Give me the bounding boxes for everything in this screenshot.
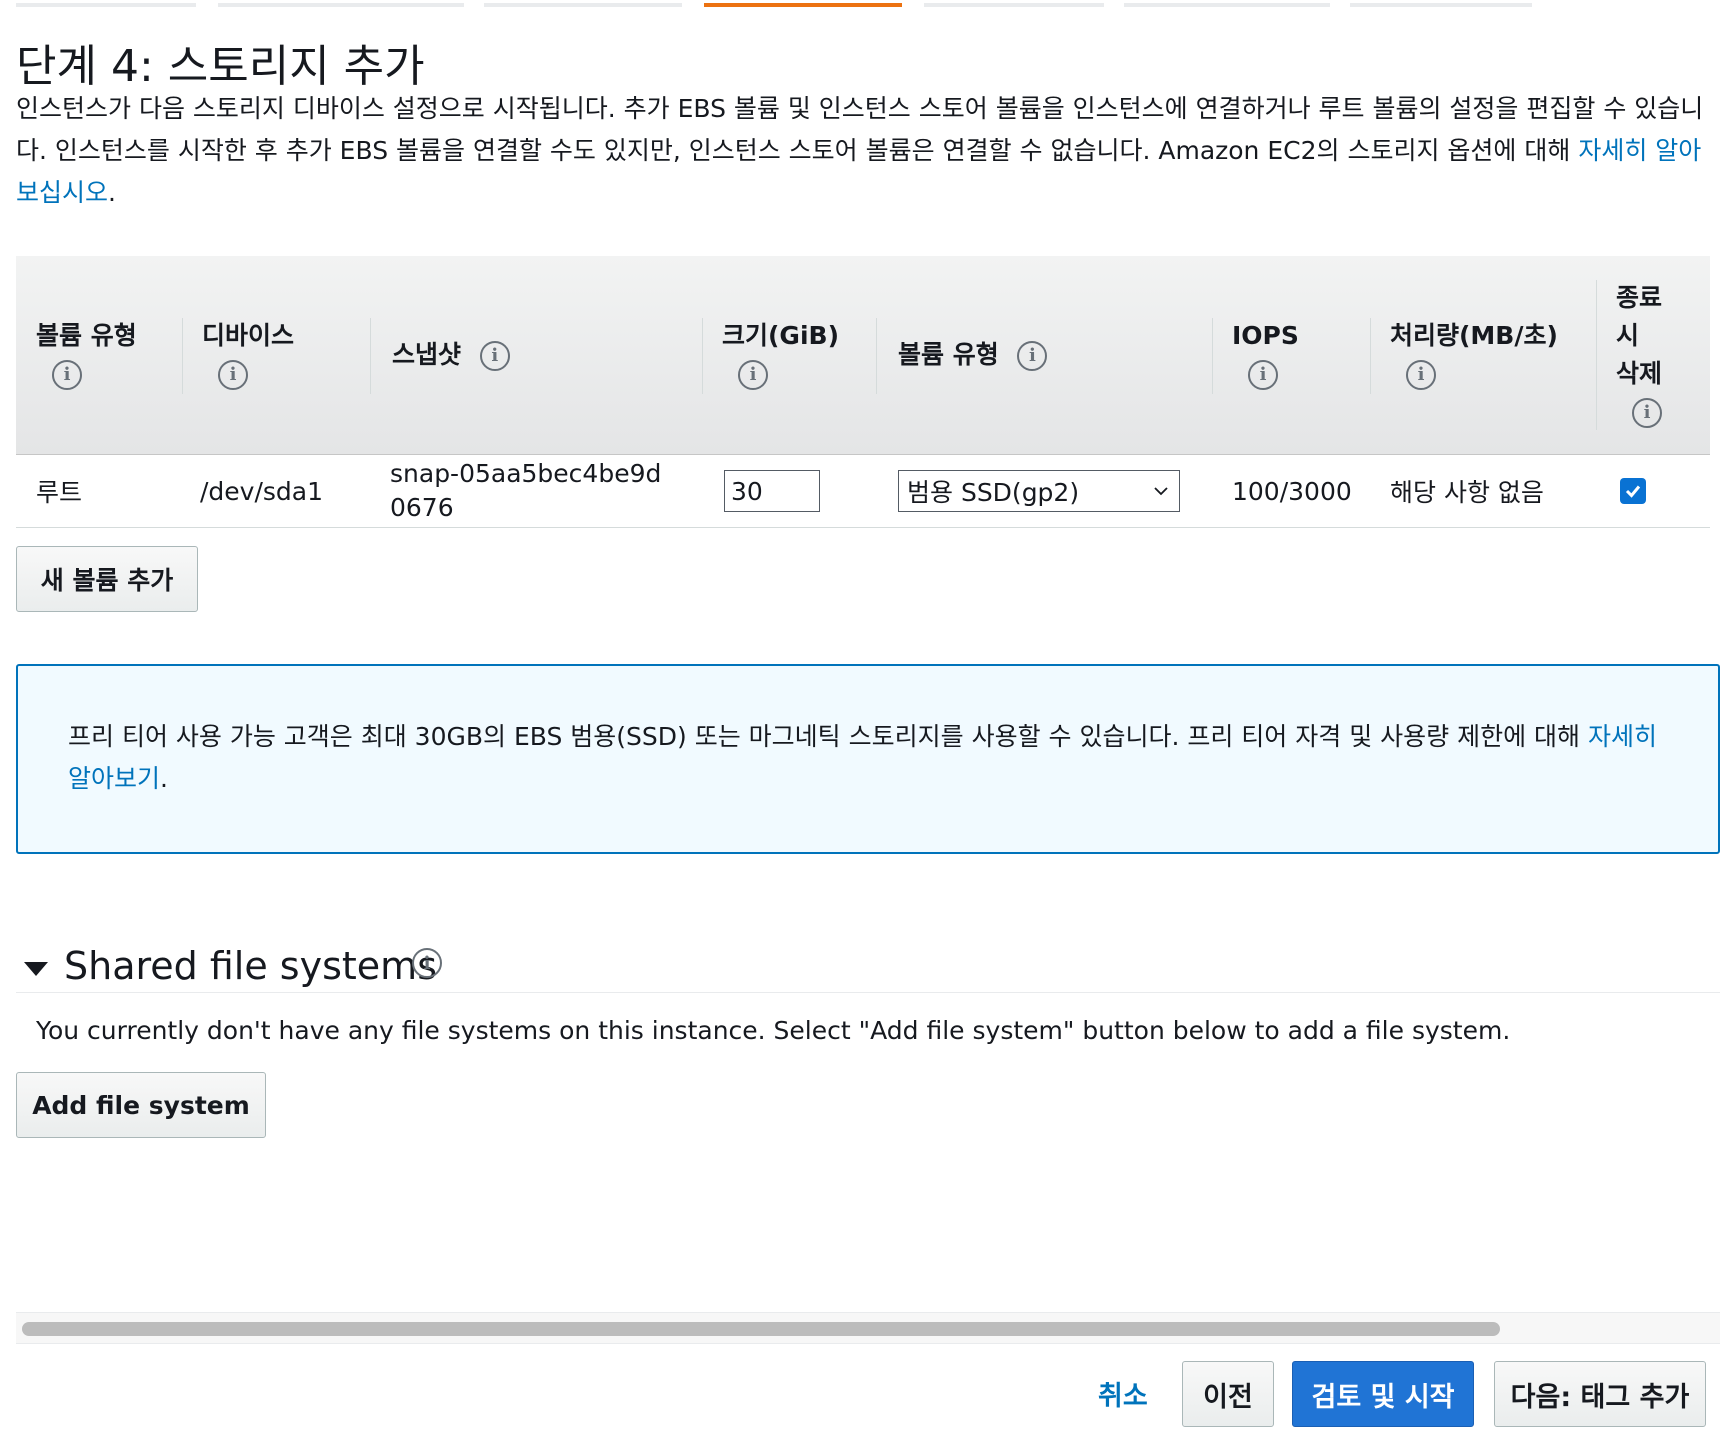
description-text: 인스턴스가 다음 스토리지 디바이스 설정으로 시작됩니다. 추가 EBS 볼륨… bbox=[16, 94, 1704, 165]
col-ebs-volume-type-label: 볼륨 유형 bbox=[898, 340, 999, 369]
wizard-step-7[interactable] bbox=[1350, 3, 1532, 7]
cell-size bbox=[724, 455, 820, 527]
checkmark-icon bbox=[1625, 485, 1641, 498]
wizard-step-3[interactable] bbox=[484, 3, 682, 7]
scrollbar-thumb[interactable] bbox=[22, 1322, 1500, 1336]
info-icon[interactable]: i bbox=[52, 360, 82, 390]
cell-iops: 100/3000 bbox=[1232, 476, 1352, 506]
description-period: . bbox=[108, 178, 116, 207]
col-iops-label: IOPS bbox=[1232, 321, 1299, 350]
add-volume-button[interactable]: 새 볼륨 추가 bbox=[16, 546, 198, 612]
cancel-link[interactable]: 취소 bbox=[1098, 1374, 1148, 1413]
col-ebs-volume-type: 볼륨 유형 i bbox=[876, 256, 1216, 454]
previous-button[interactable]: 이전 bbox=[1182, 1361, 1274, 1427]
info-icon[interactable]: i bbox=[1406, 360, 1436, 390]
storage-table: 볼륨 유형 i 디바이스 i 스냅샷 i 크기(GiB) i 볼륨 유형 i I… bbox=[16, 256, 1710, 528]
col-throughput: 처리량(MB/초) i bbox=[1370, 256, 1610, 454]
col-device-label: 디바이스 bbox=[202, 321, 295, 350]
cell-snapshot: snap-05aa5bec4be9d0676 bbox=[390, 459, 662, 522]
wizard-step-2[interactable] bbox=[218, 3, 464, 7]
shared-file-systems-description: You currently don't have any file system… bbox=[36, 1016, 1511, 1045]
table-header-row: 볼륨 유형 i 디바이스 i 스냅샷 i 크기(GiB) i 볼륨 유형 i I… bbox=[16, 256, 1710, 455]
add-file-system-button[interactable]: Add file system bbox=[16, 1072, 266, 1138]
col-size-label: 크기(GiB) bbox=[722, 321, 839, 350]
info-icon[interactable]: i bbox=[1632, 398, 1662, 428]
info-icon[interactable]: i bbox=[479, 341, 510, 371]
volume-type-select-value: 범용 SSD(gp2) bbox=[907, 478, 1080, 507]
free-tier-period: . bbox=[160, 764, 168, 793]
page-title: 단계 4: 스토리지 추가 bbox=[16, 41, 425, 92]
chevron-down-icon bbox=[1154, 487, 1168, 496]
col-delete-on-termination: 종료 시 삭제 i bbox=[1596, 256, 1710, 454]
col-delete-on-termination-label: 종료 시 삭제 bbox=[1616, 283, 1663, 388]
volume-type-select[interactable]: 범용 SSD(gp2) bbox=[898, 470, 1180, 512]
cell-delete-on-termination bbox=[1620, 455, 1646, 527]
col-snapshot-label: 스냅샷 bbox=[392, 340, 462, 369]
shared-file-systems-title[interactable]: Shared file systems bbox=[64, 944, 437, 988]
free-tier-info-box: 프리 티어 사용 가능 고객은 최대 30GB의 EBS 범용(SSD) 또는 … bbox=[16, 664, 1720, 854]
free-tier-text: 프리 티어 사용 가능 고객은 최대 30GB의 EBS 범용(SSD) 또는 … bbox=[68, 722, 1581, 751]
info-icon[interactable]: i bbox=[218, 360, 248, 390]
delete-on-termination-checkbox[interactable] bbox=[1620, 478, 1646, 504]
wizard-step-6[interactable] bbox=[1124, 3, 1330, 7]
col-volume-type: 볼륨 유형 i bbox=[36, 256, 186, 454]
wizard-step-1[interactable] bbox=[16, 3, 196, 7]
col-size: 크기(GiB) i bbox=[702, 256, 872, 454]
wizard-step-bar bbox=[0, 0, 1724, 10]
col-throughput-label: 처리량(MB/초) bbox=[1390, 321, 1558, 350]
size-input[interactable] bbox=[724, 470, 820, 512]
cell-device: /dev/sda1 bbox=[200, 476, 324, 506]
next-add-tags-button[interactable]: 다음: 태그 추가 bbox=[1494, 1361, 1706, 1427]
shared-file-systems-header: Shared file systems i bbox=[16, 940, 1720, 993]
page-description: 인스턴스가 다음 스토리지 디바이스 설정으로 시작됩니다. 추가 EBS 볼륨… bbox=[16, 88, 1716, 214]
info-icon[interactable]: i bbox=[412, 948, 442, 978]
cell-ebs-volume-type: 범용 SSD(gp2) bbox=[898, 455, 1180, 527]
free-tier-text-block: 프리 티어 사용 가능 고객은 최대 30GB의 EBS 범용(SSD) 또는 … bbox=[68, 716, 1668, 800]
caret-down-icon[interactable] bbox=[24, 962, 48, 976]
cell-volume-type: 루트 bbox=[36, 478, 83, 507]
review-and-launch-button[interactable]: 검토 및 시작 bbox=[1292, 1361, 1474, 1427]
col-volume-type-label: 볼륨 유형 bbox=[36, 321, 137, 350]
col-iops: IOPS i bbox=[1212, 256, 1372, 454]
wizard-step-4-active[interactable] bbox=[704, 3, 902, 7]
col-snapshot: 스냅샷 i bbox=[370, 256, 690, 454]
horizontal-scrollbar[interactable] bbox=[16, 1312, 1720, 1344]
info-icon[interactable]: i bbox=[738, 360, 768, 390]
info-icon[interactable]: i bbox=[1248, 360, 1278, 390]
cell-throughput: 해당 사항 없음 bbox=[1390, 478, 1544, 507]
col-device: 디바이스 i bbox=[182, 256, 352, 454]
info-icon[interactable]: i bbox=[1017, 341, 1048, 371]
wizard-step-5[interactable] bbox=[924, 3, 1104, 7]
table-row[interactable]: 루트 /dev/sda1 snap-05aa5bec4be9d0676 범용 S… bbox=[16, 455, 1710, 528]
